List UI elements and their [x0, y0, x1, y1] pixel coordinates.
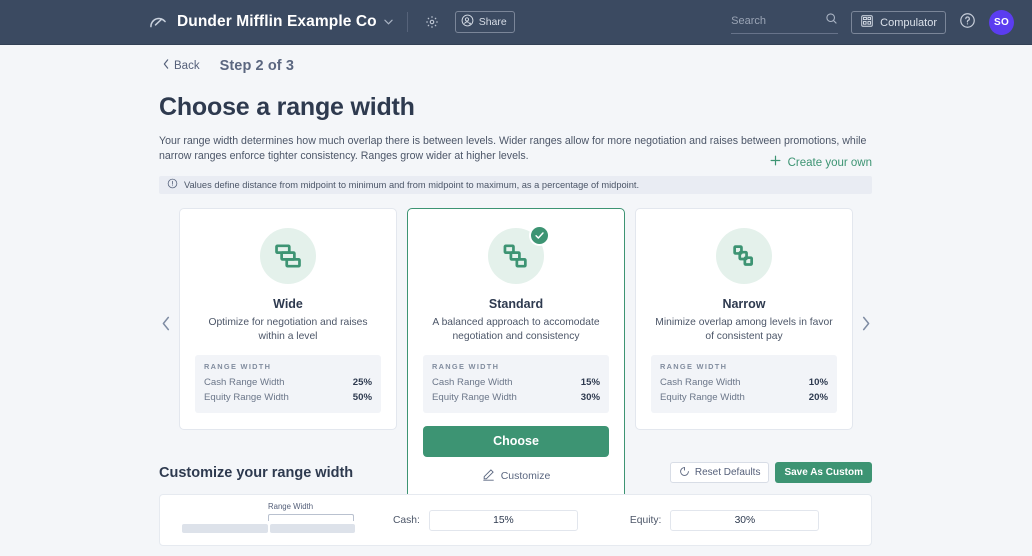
top-navigation-bar: Dunder Mifflin Example Co Share Search C…: [0, 0, 1032, 45]
range-bar-lower: [182, 524, 268, 534]
stat-row: Cash Range Width 15%: [432, 375, 600, 390]
card-title: Wide: [273, 297, 303, 312]
stat-value: 15%: [580, 376, 600, 388]
stat-value: 20%: [808, 391, 828, 403]
chevron-down-icon[interactable]: [384, 17, 393, 28]
search-field-wrapper[interactable]: [731, 12, 839, 34]
info-circle-icon: [167, 176, 178, 194]
carousel-prev-arrow[interactable]: [157, 316, 175, 335]
narrow-range-icon: [716, 228, 772, 285]
chevron-left-icon: [162, 59, 170, 72]
range-width-visualization: Range Width: [171, 500, 371, 540]
create-your-own-button[interactable]: Create your own: [769, 154, 872, 171]
stat-row: Cash Range Width 25%: [204, 375, 372, 390]
wide-range-icon: [260, 228, 316, 285]
info-banner-text: Values define distance from midpoint to …: [184, 180, 640, 191]
range-width-card-narrow[interactable]: Narrow Minimize overlap among levels in …: [635, 208, 853, 430]
stat-row: Equity Range Width 20%: [660, 390, 828, 405]
stat-row: Equity Range Width 30%: [432, 390, 600, 405]
back-button[interactable]: Back: [159, 56, 206, 75]
equity-label: Equity:: [629, 514, 662, 526]
card-description: Minimize overlap among levels in favor o…: [655, 317, 833, 342]
stats-header: RANGE WIDTH: [204, 361, 272, 371]
add-person-icon: [461, 14, 474, 30]
range-width-viz-label: Range Width: [268, 502, 314, 512]
question-circle-icon[interactable]: [959, 12, 976, 34]
company-name[interactable]: Dunder Mifflin Example Co: [177, 13, 377, 31]
customize-panel: Range Width Cash: Equity:: [159, 494, 872, 547]
card-stats: RANGE WIDTH Cash Range Width 15% Equity …: [423, 354, 609, 413]
stats-header: RANGE WIDTH: [432, 361, 500, 371]
range-width-card-standard[interactable]: Standard A balanced approach to accomoda…: [407, 208, 625, 499]
range-width-carousel: Wide Optimize for negotiation and raises…: [0, 208, 1032, 499]
stat-label: Equity Range Width: [204, 391, 289, 403]
standard-range-icon: [488, 225, 550, 285]
equity-field-group: Equity:: [629, 509, 820, 531]
card-title: Narrow: [722, 297, 766, 312]
back-label: Back: [174, 59, 200, 72]
choose-button[interactable]: Choose: [423, 425, 609, 457]
plus-icon: [769, 154, 782, 171]
stat-row: Equity Range Width 50%: [204, 390, 372, 405]
share-button[interactable]: Share: [454, 11, 515, 33]
topbar-left-group: Dunder Mifflin Example Co Share: [148, 11, 515, 33]
range-width-bracket: [268, 514, 354, 522]
card-stats: RANGE WIDTH Cash Range Width 10% Equity …: [651, 354, 837, 413]
stat-value: 50%: [352, 391, 372, 403]
cash-field-group: Cash:: [393, 509, 578, 531]
page-title: Choose a range width: [159, 93, 415, 121]
calculator-button[interactable]: Compulator: [851, 11, 946, 34]
stat-value: 10%: [808, 376, 828, 388]
create-your-own-label: Create your own: [787, 156, 872, 169]
gear-icon[interactable]: [422, 12, 442, 32]
calculator-icon: [860, 14, 874, 31]
pencil-icon: [482, 468, 495, 484]
wizard-step-row: Back Step 2 of 3: [159, 56, 1032, 75]
equity-input[interactable]: [670, 509, 820, 531]
stat-label: Cash Range Width: [204, 376, 285, 388]
share-label: Share: [478, 16, 507, 28]
carousel-next-arrow[interactable]: [857, 316, 875, 335]
range-width-card-wide[interactable]: Wide Optimize for negotiation and raises…: [179, 208, 397, 430]
topbar-right-group: Compulator SO: [731, 0, 1014, 45]
selected-check-icon: [529, 225, 550, 247]
avatar[interactable]: SO: [989, 10, 1014, 35]
calculator-label: Compulator: [880, 16, 937, 29]
card-description: Optimize for negotiation and raises with…: [208, 317, 368, 342]
cash-input[interactable]: [428, 509, 578, 531]
stat-label: Cash Range Width: [432, 376, 513, 388]
stat-row: Cash Range Width 10%: [660, 375, 828, 390]
customize-link[interactable]: Customize: [423, 468, 609, 484]
header-divider: [406, 12, 408, 32]
stats-header: RANGE WIDTH: [660, 361, 728, 371]
stat-label: Equity Range Width: [660, 391, 745, 403]
search-input[interactable]: [731, 14, 817, 27]
card-list: Wide Optimize for negotiation and raises…: [179, 208, 853, 499]
cash-label: Cash:: [393, 514, 420, 526]
stat-value: 30%: [580, 391, 600, 403]
stat-label: Cash Range Width: [660, 376, 741, 388]
range-bar-upper: [270, 524, 355, 534]
page-body: Back Step 2 of 3 Choose a range width Cr…: [0, 56, 1032, 556]
page-description: Your range width determines how much ove…: [159, 135, 867, 163]
card-stats: RANGE WIDTH Cash Range Width 25% Equity …: [195, 354, 381, 413]
info-banner: Values define distance from midpoint to …: [159, 176, 872, 195]
card-description: A balanced approach to accomodate negoti…: [432, 317, 600, 342]
card-title: Standard: [488, 297, 544, 312]
customize-label: Customize: [500, 469, 551, 482]
search-icon[interactable]: [825, 12, 838, 30]
stat-label: Equity Range Width: [432, 391, 517, 403]
gauge-logo-icon[interactable]: [148, 12, 168, 32]
step-indicator: Step 2 of 3: [219, 57, 294, 74]
stat-value: 25%: [352, 376, 372, 388]
